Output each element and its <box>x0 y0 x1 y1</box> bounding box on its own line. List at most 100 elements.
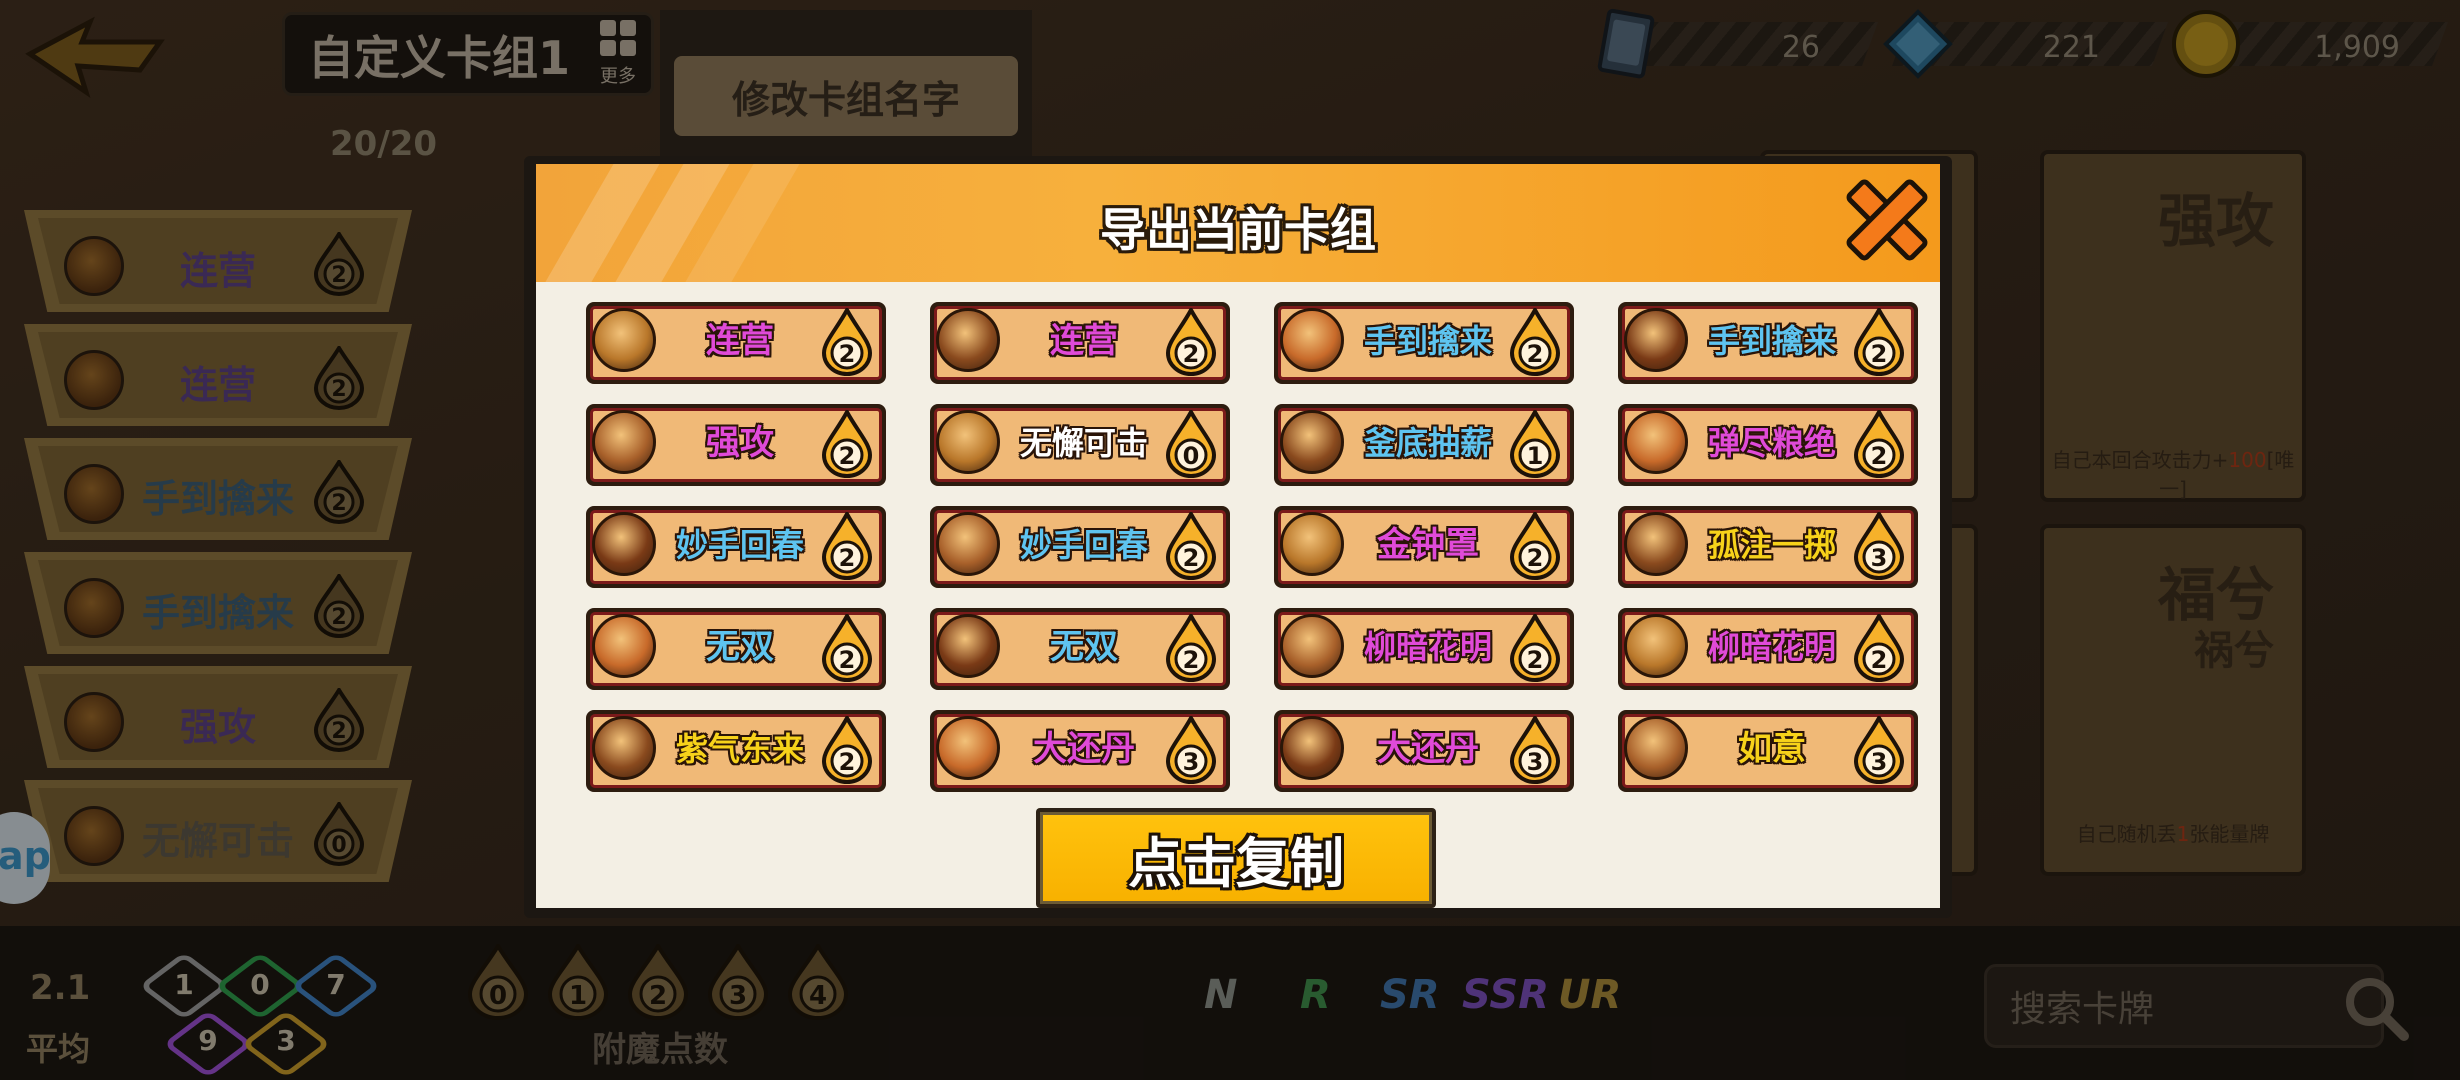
exported-card-name: 无双 <box>1050 627 1118 667</box>
healer-avatar <box>592 512 656 576</box>
cat-hero-avatar <box>936 614 1000 678</box>
exported-card-cost: 2 <box>1527 340 1544 368</box>
exported-card-name: 釜底抽薪 <box>1363 424 1492 462</box>
exported-card-name: 妙手回春 <box>675 526 804 564</box>
exported-card-name: 大还丹 <box>1377 729 1479 769</box>
exported-card-cost: 3 <box>1183 748 1200 776</box>
exported-card-cost: 2 <box>839 748 856 776</box>
exported-card-name: 如意 <box>1738 729 1806 769</box>
dialog-header: 导出当前卡组 <box>536 164 1940 282</box>
fox-grab-avatar <box>1280 308 1344 372</box>
exported-card-cost: 2 <box>839 544 856 572</box>
exported-card[interactable]: 连营 2 <box>930 302 1230 384</box>
energy-drop-icon: 1 <box>1509 410 1561 478</box>
exported-card[interactable]: 手到擒来 2 <box>1274 302 1574 384</box>
dialog-title: 导出当前卡组 <box>1100 203 1376 257</box>
monkey-attack-avatar <box>592 410 656 474</box>
exported-card-cost: 2 <box>1527 646 1544 674</box>
copy-button[interactable]: 点击复制 <box>1036 808 1436 908</box>
exported-card-cost: 1 <box>1527 442 1544 470</box>
export-deck-dialog: 导出当前卡组 连营 2 连营 2 手到擒来 2 手到擒来 2 强攻 2 无懈可击 0 釜底抽薪 1 弹尽粮绝… <box>524 156 1952 918</box>
energy-drop-icon: 2 <box>1853 308 1905 376</box>
energy-drop-icon: 2 <box>821 614 873 682</box>
exported-card-name: 柳暗花明 <box>1707 628 1836 666</box>
monk-avatar <box>1280 512 1344 576</box>
exported-card-cost: 3 <box>1871 544 1888 572</box>
exported-card[interactable]: 妙手回春 2 <box>930 506 1230 588</box>
exported-card-cost: 0 <box>1183 442 1200 470</box>
exported-card-cost: 3 <box>1871 748 1888 776</box>
exported-card[interactable]: 妙手回春 2 <box>586 506 886 588</box>
energy-drop-icon: 2 <box>1509 614 1561 682</box>
exported-card-cost: 2 <box>839 646 856 674</box>
exported-card[interactable]: 柳暗花明 2 <box>1618 608 1918 690</box>
energy-drop-icon: 3 <box>1853 512 1905 580</box>
exported-card[interactable]: 柳暗花明 2 <box>1274 608 1574 690</box>
exported-card-cost: 2 <box>1183 646 1200 674</box>
pill-avatar <box>1280 716 1344 780</box>
duo-guard-avatar <box>936 410 1000 474</box>
exported-card-name: 弹尽粮绝 <box>1707 424 1836 462</box>
fox-warrior-avatar <box>936 308 1000 372</box>
close-icon[interactable] <box>1832 170 1942 270</box>
exported-card[interactable]: 紫气东来 2 <box>586 710 886 792</box>
exported-card-cost: 2 <box>1183 544 1200 572</box>
exported-card-name: 连营 <box>1050 321 1118 361</box>
exported-card[interactable]: 强攻 2 <box>586 404 886 486</box>
exported-card[interactable]: 连营 2 <box>586 302 886 384</box>
energy-drop-icon: 2 <box>1165 308 1217 376</box>
exported-card[interactable]: 无双 2 <box>930 608 1230 690</box>
energy-drop-icon: 3 <box>1853 716 1905 784</box>
energy-drop-icon: 2 <box>821 716 873 784</box>
exported-card-cost: 2 <box>1871 340 1888 368</box>
exported-card[interactable]: 釜底抽薪 1 <box>1274 404 1574 486</box>
exported-card-name: 无懈可击 <box>1019 424 1148 462</box>
energy-drop-icon: 2 <box>821 308 873 376</box>
bear-avatar <box>1280 614 1344 678</box>
exported-card-name: 金钟罩 <box>1377 525 1479 565</box>
bear-avatar <box>1624 614 1688 678</box>
exported-card-cost: 2 <box>839 442 856 470</box>
energy-drop-icon: 2 <box>1853 614 1905 682</box>
exported-card-cost: 2 <box>1871 442 1888 470</box>
exported-card-name: 紫气东来 <box>675 730 804 768</box>
exported-card-cost: 2 <box>839 340 856 368</box>
fox-steal-avatar <box>1280 410 1344 474</box>
exported-card-name: 柳暗花明 <box>1363 628 1492 666</box>
exported-card[interactable]: 孤注一掷 3 <box>1618 506 1918 588</box>
chick-avatar <box>1624 410 1688 474</box>
exported-card[interactable]: 无懈可击 0 <box>930 404 1230 486</box>
exported-card-name: 大还丹 <box>1033 729 1135 769</box>
copy-button-label: 点击复制 <box>1128 831 1344 895</box>
exported-card-name: 孤注一掷 <box>1707 526 1836 564</box>
exported-card[interactable]: 无双 2 <box>586 608 886 690</box>
pill-avatar <box>936 716 1000 780</box>
exported-card-cost: 3 <box>1527 748 1544 776</box>
exported-card-cost: 2 <box>1183 340 1200 368</box>
energy-drop-icon: 0 <box>1165 410 1217 478</box>
exported-card[interactable]: 金钟罩 2 <box>1274 506 1574 588</box>
exported-card[interactable]: 大还丹 3 <box>1274 710 1574 792</box>
exported-card-name: 手到擒来 <box>1363 322 1492 360</box>
energy-drop-icon: 3 <box>1165 716 1217 784</box>
exported-card-name: 连营 <box>706 321 774 361</box>
energy-drop-icon: 2 <box>1509 512 1561 580</box>
squirrel-avatar <box>1624 512 1688 576</box>
fox-ruyi-avatar <box>1624 716 1688 780</box>
energy-drop-icon: 2 <box>821 512 873 580</box>
exported-card-grid: 连营 2 连营 2 手到擒来 2 手到擒来 2 强攻 2 无懈可击 0 釜底抽薪 1 弹尽粮绝 2 妙手回春 2 妙… <box>586 302 1918 792</box>
exported-card-cost: 2 <box>1527 544 1544 572</box>
exported-card[interactable]: 手到擒来 2 <box>1618 302 1918 384</box>
cat-hero-avatar <box>592 614 656 678</box>
fox-warrior-avatar <box>592 308 656 372</box>
exported-card-cost: 2 <box>1871 646 1888 674</box>
exported-card[interactable]: 大还丹 3 <box>930 710 1230 792</box>
exported-card-name: 无双 <box>706 627 774 667</box>
energy-drop-icon: 2 <box>1165 614 1217 682</box>
exported-card[interactable]: 弹尽粮绝 2 <box>1618 404 1918 486</box>
exported-card-name: 强攻 <box>706 423 774 463</box>
energy-drop-icon: 2 <box>821 410 873 478</box>
sage-avatar <box>592 716 656 780</box>
exported-card[interactable]: 如意 3 <box>1618 710 1918 792</box>
healer-avatar <box>936 512 1000 576</box>
